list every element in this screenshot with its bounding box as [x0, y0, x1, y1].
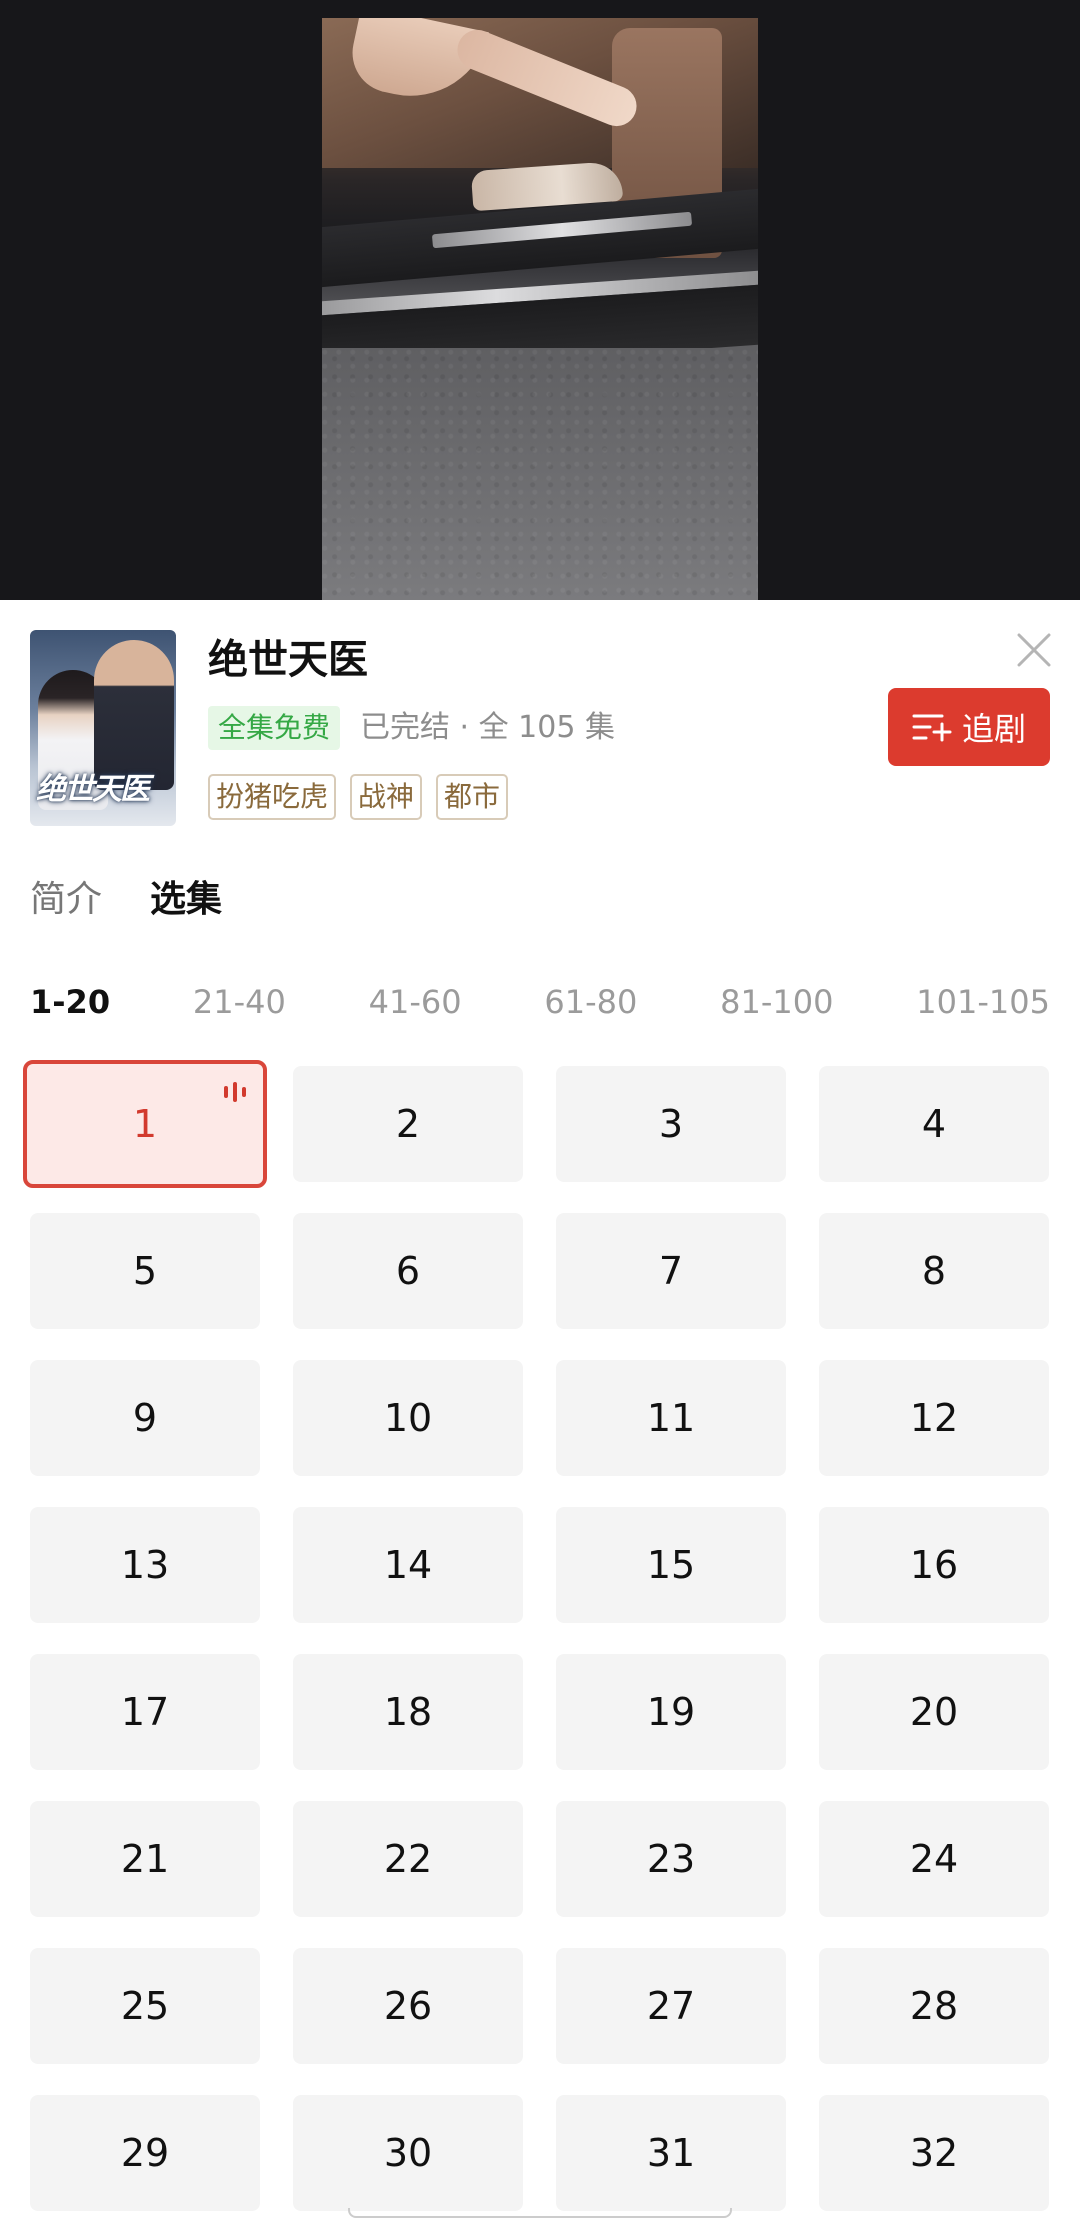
episode-button[interactable]: 20: [819, 1654, 1049, 1770]
tag[interactable]: 都市: [436, 774, 509, 820]
episode-number: 18: [383, 1690, 433, 1734]
range-tab[interactable]: 1-20: [30, 980, 110, 1024]
episode-panel: 绝世天医 绝世天医 全集免费 已完结 · 全 105 集 扮猪吃虎 战神 都市 …: [0, 600, 1080, 2222]
episode-number: 28: [909, 1984, 959, 2028]
episode-button[interactable]: 27: [556, 1948, 786, 2064]
episode-number: 11: [646, 1396, 696, 1440]
free-badge: 全集免费: [208, 706, 341, 750]
episode-button-current[interactable]: 1: [23, 1060, 267, 1188]
episode-button[interactable]: 32: [819, 2095, 1049, 2211]
episode-grid: 1 2 3 4 5 6 7 8 9 10 11 12 13 14 15 16 1…: [23, 1060, 1050, 2211]
episode-number: 19: [646, 1690, 696, 1734]
episode-number: 8: [921, 1249, 947, 1293]
episode-button[interactable]: 7: [556, 1213, 786, 1329]
episode-button[interactable]: 31: [556, 2095, 786, 2211]
video-scene-road: [322, 348, 758, 600]
episode-button[interactable]: 6: [293, 1213, 523, 1329]
episode-button[interactable]: 15: [556, 1507, 786, 1623]
episode-number: 13: [120, 1543, 170, 1587]
drama-poster[interactable]: 绝世天医: [30, 630, 176, 826]
episode-number: 27: [646, 1984, 696, 2028]
episode-button[interactable]: 22: [293, 1801, 523, 1917]
video-frame[interactable]: [322, 18, 758, 600]
episode-button[interactable]: 18: [293, 1654, 523, 1770]
range-tab[interactable]: 61-80: [544, 980, 637, 1024]
episode-button[interactable]: 10: [293, 1360, 523, 1476]
episode-number: 4: [921, 1102, 947, 1146]
episode-button[interactable]: 21: [30, 1801, 260, 1917]
episode-number: 10: [383, 1396, 433, 1440]
episode-number: 9: [132, 1396, 158, 1440]
episode-button[interactable]: 28: [819, 1948, 1049, 2064]
follow-button[interactable]: 追剧: [888, 688, 1050, 766]
episode-number: 17: [120, 1690, 170, 1734]
episode-number: 25: [120, 1984, 170, 2028]
episode-button[interactable]: 12: [819, 1360, 1049, 1476]
episode-button[interactable]: 9: [30, 1360, 260, 1476]
range-tab[interactable]: 101-105: [916, 980, 1050, 1024]
episode-button[interactable]: 13: [30, 1507, 260, 1623]
tag[interactable]: 扮猪吃虎: [208, 774, 337, 820]
episode-button[interactable]: 11: [556, 1360, 786, 1476]
add-to-list-icon: [912, 714, 952, 742]
episode-button[interactable]: 3: [556, 1066, 786, 1182]
poster-title-logo: 绝世天医: [36, 772, 150, 807]
episode-button[interactable]: 26: [293, 1948, 523, 2064]
episode-number: 26: [383, 1984, 433, 2028]
episode-button[interactable]: 19: [556, 1654, 786, 1770]
tag[interactable]: 战神: [350, 774, 423, 820]
range-tab[interactable]: 21-40: [193, 980, 286, 1024]
episode-number: 29: [120, 2131, 170, 2175]
episode-button[interactable]: 14: [293, 1507, 523, 1623]
follow-label: 追剧: [961, 710, 1026, 748]
tab-intro[interactable]: 简介: [30, 876, 102, 924]
episode-number: 24: [909, 1837, 959, 1881]
episode-number: 2: [395, 1102, 421, 1146]
episode-number: 23: [646, 1837, 696, 1881]
episode-number: 14: [383, 1543, 433, 1587]
episode-number: 1: [132, 1102, 158, 1146]
close-icon: [1017, 633, 1051, 667]
episode-number: 32: [909, 2131, 959, 2175]
episode-number: 22: [383, 1837, 433, 1881]
episode-number: 15: [646, 1543, 696, 1587]
episode-button[interactable]: 5: [30, 1213, 260, 1329]
drama-title: 绝世天医: [208, 637, 368, 683]
tab-episodes[interactable]: 选集: [150, 876, 222, 924]
episode-number: 7: [658, 1249, 684, 1293]
tag-list: 扮猪吃虎 战神 都市: [208, 774, 509, 820]
episode-number: 6: [395, 1249, 421, 1293]
episode-number: 12: [909, 1396, 959, 1440]
episode-button[interactable]: 24: [819, 1801, 1049, 1917]
playing-bars-icon: [224, 1082, 246, 1102]
episode-button[interactable]: 16: [819, 1507, 1049, 1623]
episode-button[interactable]: 8: [819, 1213, 1049, 1329]
episode-number: 30: [383, 2131, 433, 2175]
range-tab[interactable]: 41-60: [369, 980, 462, 1024]
episode-number: 21: [120, 1837, 170, 1881]
episode-button[interactable]: 25: [30, 1948, 260, 2064]
section-tabs: 简介 选集: [30, 876, 222, 924]
close-button[interactable]: [1012, 628, 1056, 672]
episode-button[interactable]: 17: [30, 1654, 260, 1770]
episode-button[interactable]: 29: [30, 2095, 260, 2211]
episode-number: 3: [658, 1102, 684, 1146]
drama-status: 已完结 · 全 105 集: [360, 710, 615, 745]
episode-number: 16: [909, 1543, 959, 1587]
episode-button[interactable]: 4: [819, 1066, 1049, 1182]
episode-number: 20: [909, 1690, 959, 1734]
video-player[interactable]: [0, 0, 1080, 600]
episode-number: 31: [646, 2131, 696, 2175]
episode-button[interactable]: 2: [293, 1066, 523, 1182]
episode-number: 5: [132, 1249, 158, 1293]
range-tab[interactable]: 81-100: [720, 980, 833, 1024]
episode-button[interactable]: 30: [293, 2095, 523, 2211]
home-indicator[interactable]: [348, 2208, 732, 2218]
episode-button[interactable]: 23: [556, 1801, 786, 1917]
episode-range-tabs: 1-20 21-40 41-60 61-80 81-100 101-105: [30, 980, 1050, 1024]
